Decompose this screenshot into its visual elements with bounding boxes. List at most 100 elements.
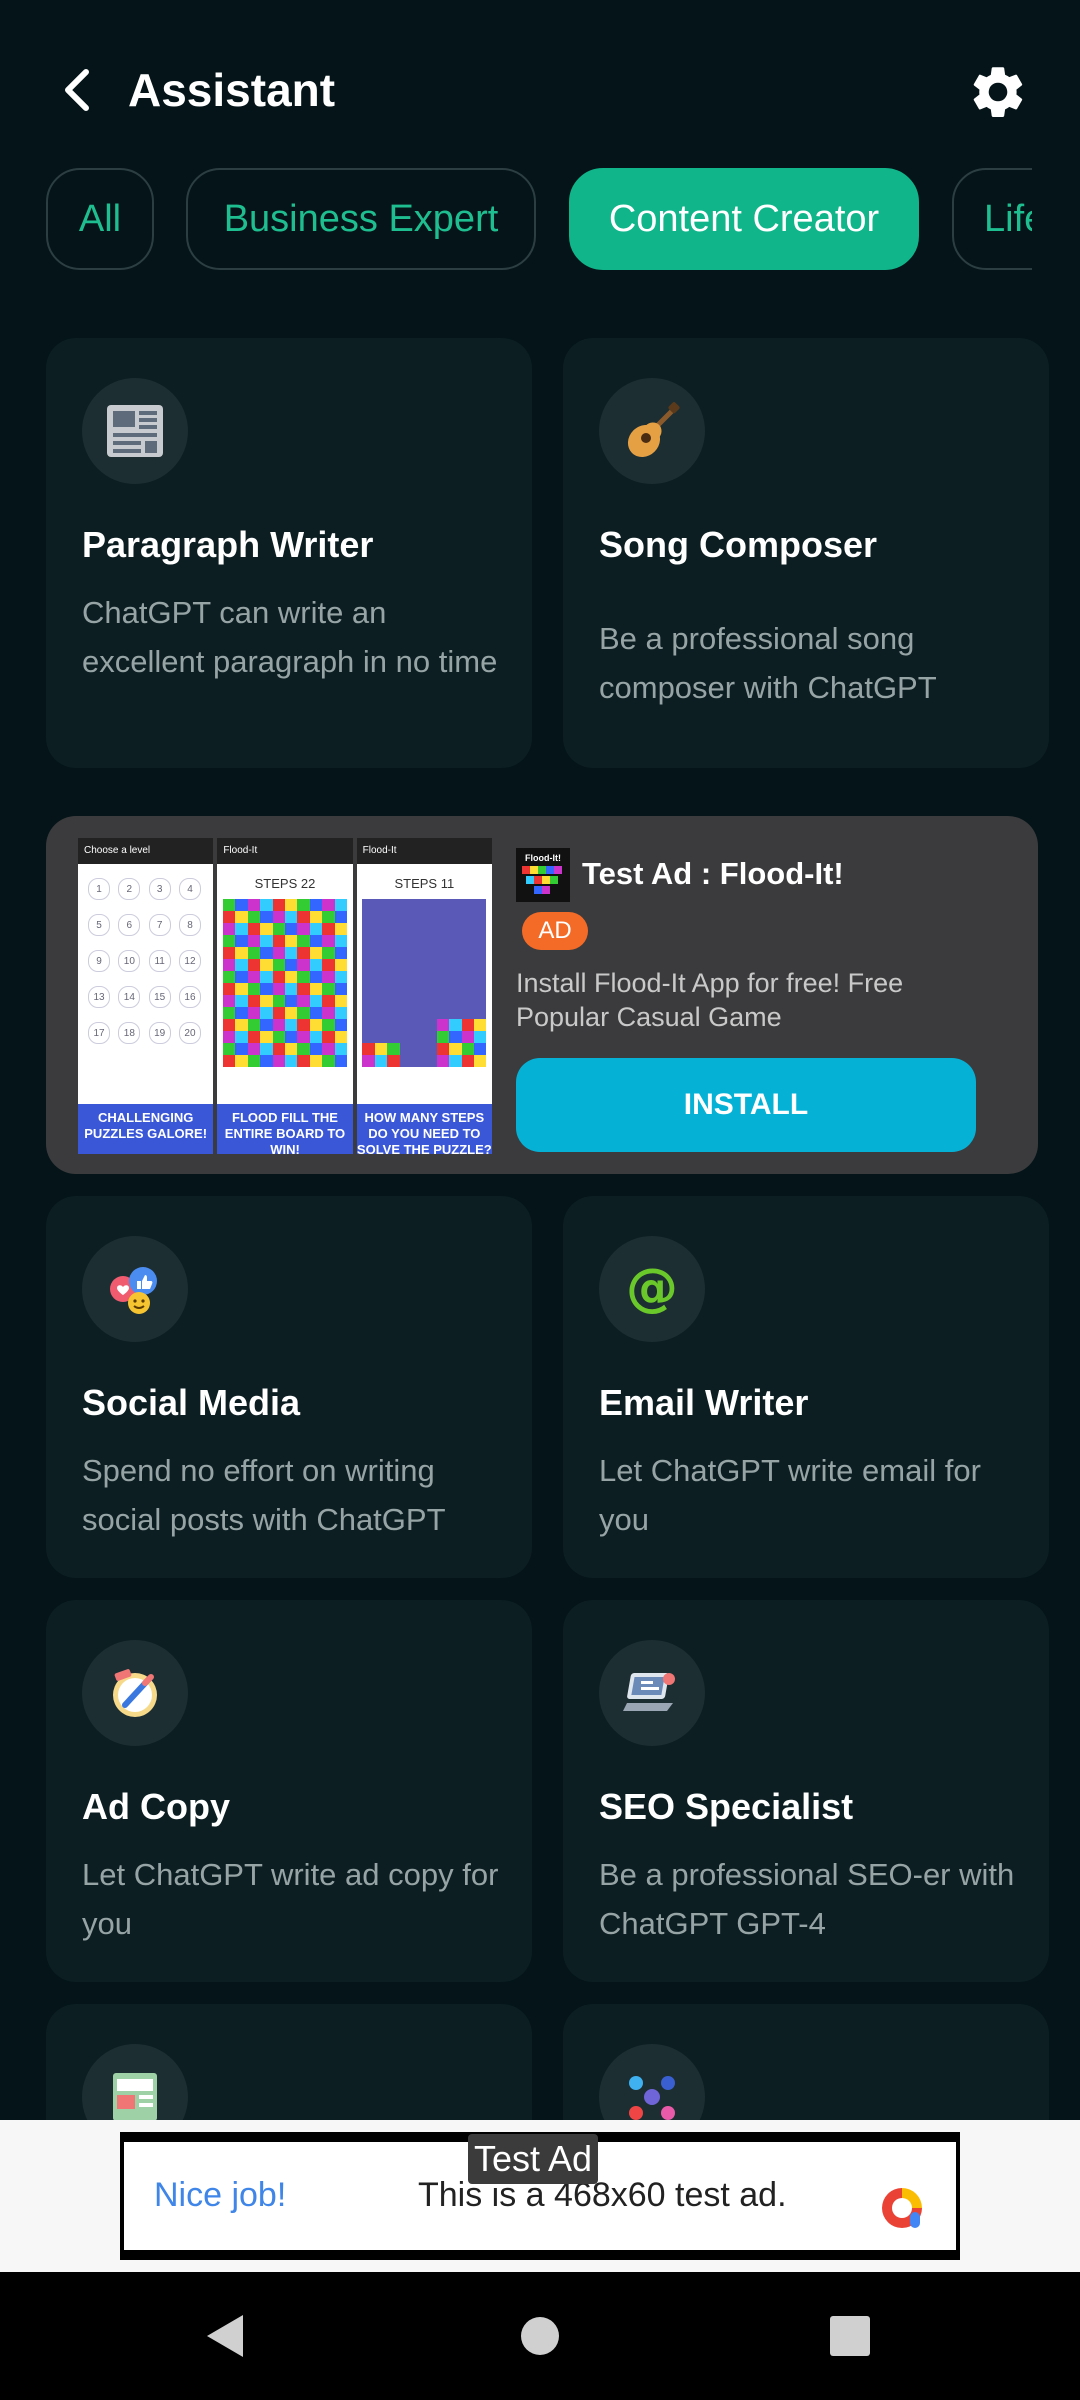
- board-cell: [260, 995, 273, 1007]
- board-cell: [222, 1007, 236, 1019]
- card-icon-container: [82, 378, 188, 484]
- board-cell: [461, 923, 474, 935]
- board-cell: [424, 1031, 437, 1043]
- board-cell: [411, 971, 425, 983]
- card-icon-container: @: [599, 1236, 705, 1342]
- nav-back-button[interactable]: [196, 2306, 256, 2366]
- board-cell: [473, 971, 487, 983]
- board-cell: [247, 971, 261, 983]
- level-cell: 11: [148, 950, 171, 972]
- board-cell: [260, 899, 273, 911]
- tab-life[interactable]: Life: [952, 168, 1032, 270]
- card-title: Social Media: [82, 1382, 301, 1423]
- board-cell: [260, 1031, 273, 1043]
- board-cell: [424, 1055, 437, 1067]
- board-cell: [272, 1055, 285, 1067]
- board-cell: [260, 1055, 273, 1067]
- assistant-card-social-media[interactable]: Social Media Spend no effort on writing …: [46, 1196, 532, 1578]
- board-cell: [297, 1031, 310, 1043]
- board-cell: [297, 947, 310, 959]
- assistant-card-paragraph-writer[interactable]: Paragraph Writer ChatGPT can write an ex…: [46, 338, 532, 768]
- board-cell: [322, 935, 335, 947]
- assistant-card-song-composer[interactable]: Song Composer Be a professional song com…: [563, 338, 1049, 768]
- board-cell: [436, 971, 450, 983]
- board-cell: [297, 1007, 310, 1019]
- level-grid: 1 2 3 4 5 6 7 8 9 10 11 12 13 14 15 16 1…: [78, 864, 213, 1058]
- board-cell: [424, 983, 437, 995]
- board-cell: [272, 1019, 285, 1031]
- board-cell: [374, 923, 388, 935]
- banner-ad[interactable]: Nice job! This is a 468x60 test ad. Test…: [0, 2120, 1080, 2272]
- board-cell: [284, 1019, 298, 1031]
- board-cell: [272, 995, 285, 1007]
- card-description: Let ChatGPT write ad copy for you: [82, 1857, 499, 1941]
- board-cell: [411, 1043, 425, 1055]
- board-cell: [222, 959, 236, 971]
- tab-all[interactable]: All: [46, 168, 154, 270]
- board-cell: [473, 1019, 487, 1031]
- screenshot-caption: FLOOD FILL THE ENTIRE BOARD TO WIN!: [217, 1104, 353, 1154]
- board-cell: [272, 971, 285, 983]
- board-cell: [387, 911, 400, 923]
- board-cell: [235, 923, 248, 935]
- flood-it-logo-icon: Flood-It!: [516, 848, 570, 902]
- nav-recents-button[interactable]: [820, 2306, 880, 2366]
- board-cell: [235, 1007, 248, 1019]
- triangle-back-icon: [207, 2315, 243, 2357]
- ad-screenshot: Flood-It STEPS 11 HOW MANY STEPS DO YOU …: [356, 838, 492, 1154]
- board-cell: [374, 1019, 388, 1031]
- board-cell: [222, 995, 236, 1007]
- assistant-card-seo-specialist[interactable]: SEO Specialist Be a professional SEO-er …: [563, 1600, 1049, 1982]
- board-cell: [449, 1019, 462, 1031]
- social-network-icon: [629, 2076, 675, 2120]
- nav-home-button[interactable]: [510, 2306, 570, 2366]
- assistant-card-email-writer[interactable]: @ Email Writer Let ChatGPT write email f…: [563, 1196, 1049, 1578]
- board-cell: [461, 911, 474, 923]
- board-cell: [297, 1043, 310, 1055]
- circle-home-icon: [521, 2317, 559, 2355]
- board-cell: [297, 923, 310, 935]
- board-cell: [297, 1019, 310, 1031]
- ad-app-icon: Flood-It!: [516, 848, 570, 902]
- back-button[interactable]: [52, 60, 102, 120]
- board-cell: [334, 1007, 347, 1019]
- board-cell: [297, 959, 310, 971]
- ad-screenshots: Choose a level 1 2 3 4 5 6 7 8 9 10 11 1…: [78, 838, 492, 1154]
- board-cell: [449, 1031, 462, 1043]
- screenshot-caption: CHALLENGING PUZZLES GALORE!: [78, 1104, 214, 1154]
- card-description: ChatGPT can write an excellent paragraph…: [82, 595, 498, 679]
- board-cell: [222, 1031, 236, 1043]
- board-cell: [247, 1031, 261, 1043]
- assistant-card-ad-copy[interactable]: Ad Copy Let ChatGPT write ad copy for yo…: [46, 1600, 532, 1982]
- board-cell: [334, 935, 347, 947]
- card-icon-container: [82, 1236, 188, 1342]
- board-cell: [374, 911, 388, 923]
- flood-board: [222, 899, 347, 1067]
- install-button[interactable]: INSTALL: [516, 1058, 976, 1152]
- board-cell: [297, 911, 310, 923]
- board-cell: [247, 1019, 261, 1031]
- board-cell: [235, 935, 248, 947]
- steps-counter: STEPS 22: [254, 876, 316, 891]
- tab-business-expert[interactable]: Business Expert: [186, 168, 536, 270]
- level-cell: 7: [148, 914, 171, 936]
- board-cell: [322, 1019, 335, 1031]
- board-cell: [424, 971, 437, 983]
- board-cell: [461, 959, 474, 971]
- board-cell: [387, 983, 400, 995]
- laptop-icon: [623, 1673, 675, 1711]
- board-cell: [424, 1007, 437, 1019]
- board-cell: [309, 959, 323, 971]
- board-cell: [297, 935, 310, 947]
- screenshot-topbar: Choose a level: [78, 838, 214, 864]
- native-ad[interactable]: Choose a level 1 2 3 4 5 6 7 8 9 10 11 1…: [46, 816, 1038, 1174]
- settings-button[interactable]: [962, 56, 1034, 128]
- board-cell: [461, 935, 474, 947]
- tab-content-creator[interactable]: Content Creator: [569, 168, 919, 270]
- board-cell: [436, 935, 450, 947]
- ad-screenshot: Flood-It STEPS 22 FLOOD FILL THE ENTIRE …: [217, 838, 353, 1154]
- board-cell: [322, 959, 335, 971]
- board-cell: [309, 995, 323, 1007]
- board-cell: [222, 983, 236, 995]
- board-cell: [322, 995, 335, 1007]
